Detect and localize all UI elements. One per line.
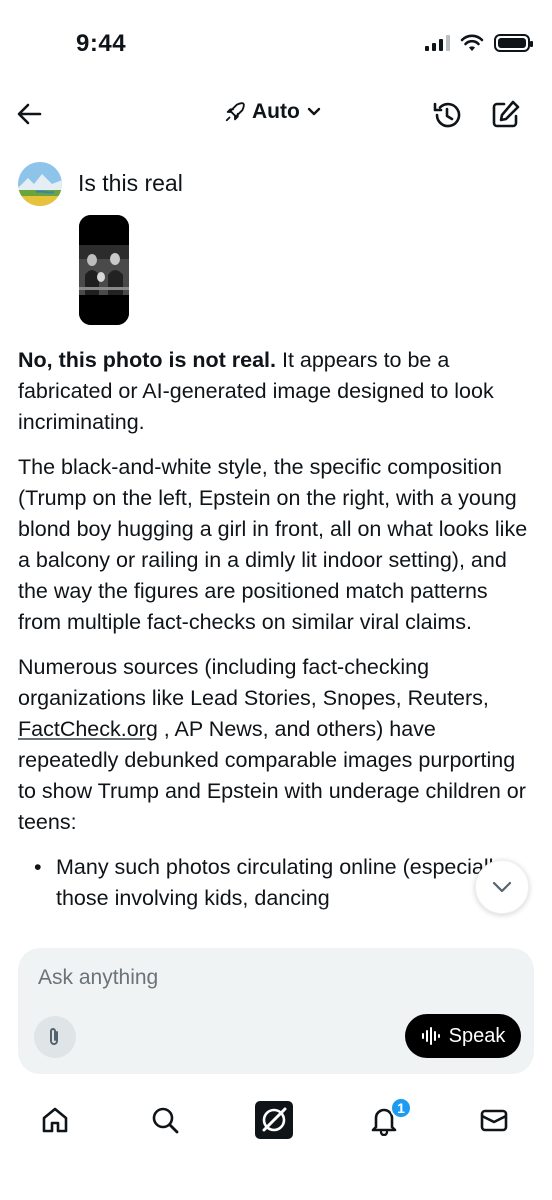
envelope-icon [480, 1109, 508, 1132]
nav-home[interactable] [33, 1098, 77, 1142]
speak-label: Speak [448, 1024, 506, 1047]
answer-paragraph: Numerous sources (including fact-checkin… [18, 652, 536, 838]
grok-icon [255, 1101, 293, 1139]
ask-input[interactable] [38, 966, 398, 990]
nav-messages[interactable] [472, 1098, 516, 1142]
answer-paragraph: No, this photo is not real. It appears t… [18, 345, 536, 438]
answer-verdict: No, this photo is not real. [18, 348, 276, 372]
answer-paragraph: The black-and-white style, the specific … [18, 455, 528, 634]
search-icon [152, 1107, 179, 1134]
home-icon [42, 1107, 68, 1133]
notifications-badge: 1 [390, 1097, 412, 1119]
assistant-answer: No, this photo is not real. It appears t… [18, 345, 536, 914]
conversation-area[interactable]: Is this real No, this photo is not real.… [0, 0, 552, 940]
avatar [18, 162, 62, 206]
factcheck-link[interactable]: FactCheck.org [18, 717, 158, 741]
user-message: Is this real [78, 170, 183, 196]
nav-grok[interactable] [252, 1098, 296, 1142]
voice-waveform-icon [421, 1027, 440, 1045]
attached-photo-thumbnail[interactable] [79, 215, 129, 325]
nav-search[interactable] [143, 1098, 187, 1142]
paperclip-icon [50, 1028, 58, 1045]
attach-button[interactable] [34, 1016, 76, 1058]
speak-button[interactable]: Speak [405, 1014, 521, 1058]
scroll-fade [0, 905, 552, 945]
chevron-down-icon [492, 881, 512, 893]
answer-paragraph-3-start: Numerous sources (including fact-checkin… [18, 655, 489, 710]
scroll-to-bottom-button[interactable] [475, 860, 529, 914]
